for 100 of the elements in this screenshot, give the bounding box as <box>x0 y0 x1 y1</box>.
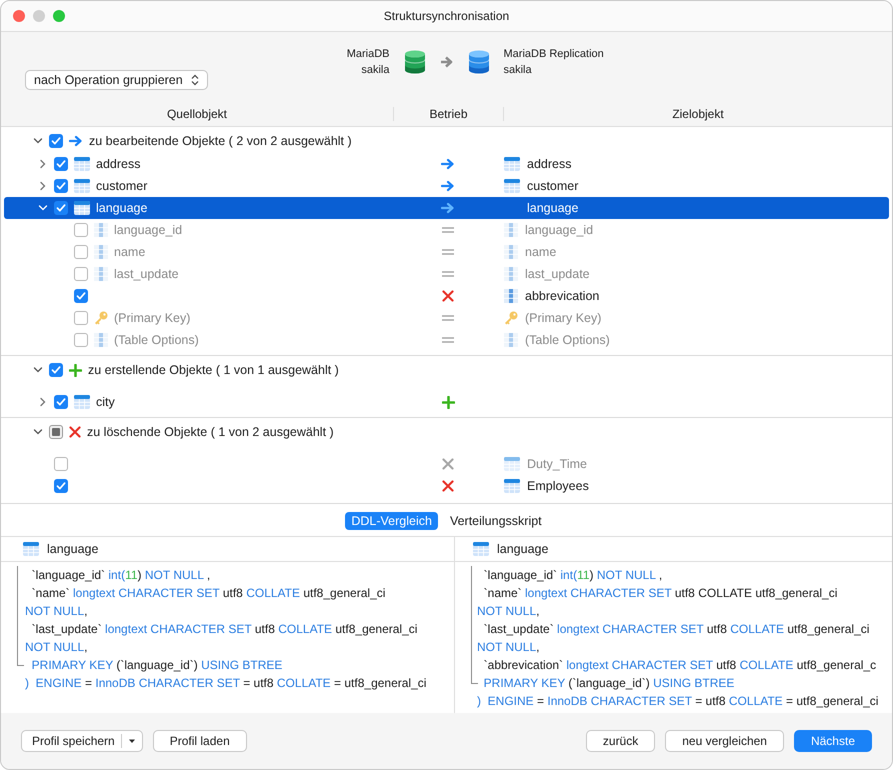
target-object-name: Employees <box>527 479 589 493</box>
group-by-dropdown[interactable]: nach Operation gruppieren <box>25 70 208 90</box>
save-profile-button[interactable]: Profil speichern <box>21 730 143 752</box>
source-object-name: name <box>114 245 146 259</box>
checkbox[interactable] <box>54 457 68 471</box>
key-icon <box>94 311 108 325</box>
table-icon <box>74 178 90 194</box>
checkbox[interactable] <box>74 289 88 303</box>
checkbox[interactable] <box>74 333 88 347</box>
checkbox[interactable] <box>49 134 63 148</box>
checkbox[interactable] <box>54 179 68 193</box>
tree-row[interactable]: city <box>4 391 889 413</box>
code-line: `name` longtext CHARACTER SET utf8 COLLATE utf8_general_ci <box>30 585 386 602</box>
code-line: ) ENGINE = InnoDB CHARACTER SET = utf8 COLLATE = utf8_general_ci <box>25 675 428 692</box>
code-line: `name` longtext CHARACTER SET utf8 COLLATE utf8_general_ci <box>482 585 838 602</box>
column-icon <box>504 288 518 304</box>
cross-icon <box>442 458 454 470</box>
tree-row[interactable]: Employees <box>4 475 889 497</box>
table-icon <box>23 541 39 557</box>
code-line: `last_update` longtext CHARACTER SET utf8 COLLATE utf8_general_ci <box>30 621 418 638</box>
plus-icon <box>69 364 82 376</box>
code-line: PRIMARY KEY (`language_id`) USING BTREE <box>482 675 736 692</box>
code-line: `language_id` int(11) NOT NULL , <box>482 567 664 584</box>
table-icon <box>504 156 520 172</box>
equals-icon <box>441 248 455 256</box>
footer-button[interactable]: zurück <box>586 730 656 752</box>
code-line: `last_update` longtext CHARACTER SET utf8 COLLATE utf8_general_ci <box>482 621 870 638</box>
caret-icon <box>128 738 136 744</box>
code-line: NOT NULL, <box>477 639 540 656</box>
chevron-right-icon[interactable] <box>38 181 48 191</box>
checkbox[interactable] <box>49 363 63 377</box>
code-line: PRIMARY KEY (`language_id`) USING BTREE <box>30 657 284 674</box>
tree-row[interactable]: abbrevication <box>4 285 889 307</box>
footer-button[interactable]: neu vergleichen <box>665 730 784 752</box>
column-icon <box>504 244 518 260</box>
source-object-name: (Primary Key) <box>114 311 190 325</box>
chevron-down-icon[interactable] <box>33 365 43 375</box>
target-object-name: (Table Options) <box>525 333 610 347</box>
table-icon <box>504 178 520 194</box>
load-profile-button[interactable]: Profil laden <box>152 730 247 752</box>
plus-icon <box>442 396 454 408</box>
updown-chevron-icon <box>190 74 199 86</box>
target-object-name: Duty_Time <box>527 457 587 471</box>
selected-row[interactable]: language language <box>4 197 889 219</box>
checkbox[interactable] <box>74 267 88 281</box>
arrow-icon <box>440 56 454 68</box>
chevron-right-icon[interactable] <box>38 159 48 169</box>
checkbox[interactable] <box>74 245 88 259</box>
target-object-name: last_update <box>525 267 590 281</box>
table-name: language <box>497 542 548 556</box>
close-button[interactable] <box>13 10 25 22</box>
target-object-name: language <box>527 201 578 215</box>
checkbox[interactable] <box>54 479 68 493</box>
target-object-name: address <box>527 157 572 171</box>
column-header[interactable]: Quellobjekt <box>1 107 393 121</box>
column-icon <box>504 222 518 238</box>
chevron-down-icon[interactable] <box>33 427 43 437</box>
source-object-name: language <box>96 201 148 215</box>
checkbox[interactable] <box>49 425 63 439</box>
maximize-button[interactable] <box>53 10 65 22</box>
table-icon <box>74 394 90 410</box>
source-object-name: language_id <box>114 223 182 237</box>
tab[interactable]: Verteilungsskript <box>444 512 548 530</box>
database-icon <box>404 50 426 74</box>
source-object-name: address <box>96 157 140 171</box>
tab[interactable]: DDL-Vergleich <box>345 512 438 530</box>
connection-name: MariaDB Replication <box>504 47 604 62</box>
column-icon <box>504 266 518 282</box>
checkbox[interactable] <box>54 201 68 215</box>
chevron-down-icon[interactable] <box>33 136 43 146</box>
equals-icon <box>441 336 455 344</box>
checkbox[interactable] <box>54 157 68 171</box>
code-line: NOT NULL, <box>25 639 88 656</box>
column-icon <box>504 332 518 348</box>
tree-row[interactable]: address address <box>4 153 889 175</box>
chevron-down-icon[interactable] <box>38 203 48 213</box>
column-icon <box>94 266 108 282</box>
checkbox[interactable] <box>54 395 68 409</box>
code-line: NOT NULL, <box>477 603 540 620</box>
group-label: zu löschende Objekte ( 1 von 2 ausgewählt ) <box>87 425 334 439</box>
primary-button[interactable]: Nächste <box>794 730 872 752</box>
code-line: ) ENGINE = InnoDB CHARACTER SET = utf8 COLLATE = utf8_general_ci <box>477 693 880 710</box>
table-icon <box>504 478 520 494</box>
arrow-icon <box>441 158 455 170</box>
tree-row[interactable]: customer customer <box>4 175 889 197</box>
column-header[interactable]: Betrieb <box>393 107 503 121</box>
column-icon <box>94 222 108 238</box>
column-header[interactable]: Zielobjekt <box>503 107 892 121</box>
checkbox[interactable] <box>74 311 88 325</box>
schema-name: sakila <box>504 63 532 78</box>
connection-name: MariaDB <box>346 47 390 62</box>
group-label: zu bearbeitende Objekte ( 2 von 2 ausgewählt ) <box>89 134 352 148</box>
checkbox[interactable] <box>74 223 88 237</box>
target-object-name: abbrevication <box>525 289 600 303</box>
chevron-right-icon[interactable] <box>38 397 48 407</box>
code-line: `abbrevication` longtext CHARACTER SET utf8 COLLATE utf8_general_c <box>482 657 878 674</box>
source-object-name: city <box>96 395 115 409</box>
cross-icon <box>69 426 81 438</box>
group-label: zu erstellende Objekte ( 1 von 1 ausgewählt ) <box>88 363 339 377</box>
cross-icon <box>442 480 454 492</box>
